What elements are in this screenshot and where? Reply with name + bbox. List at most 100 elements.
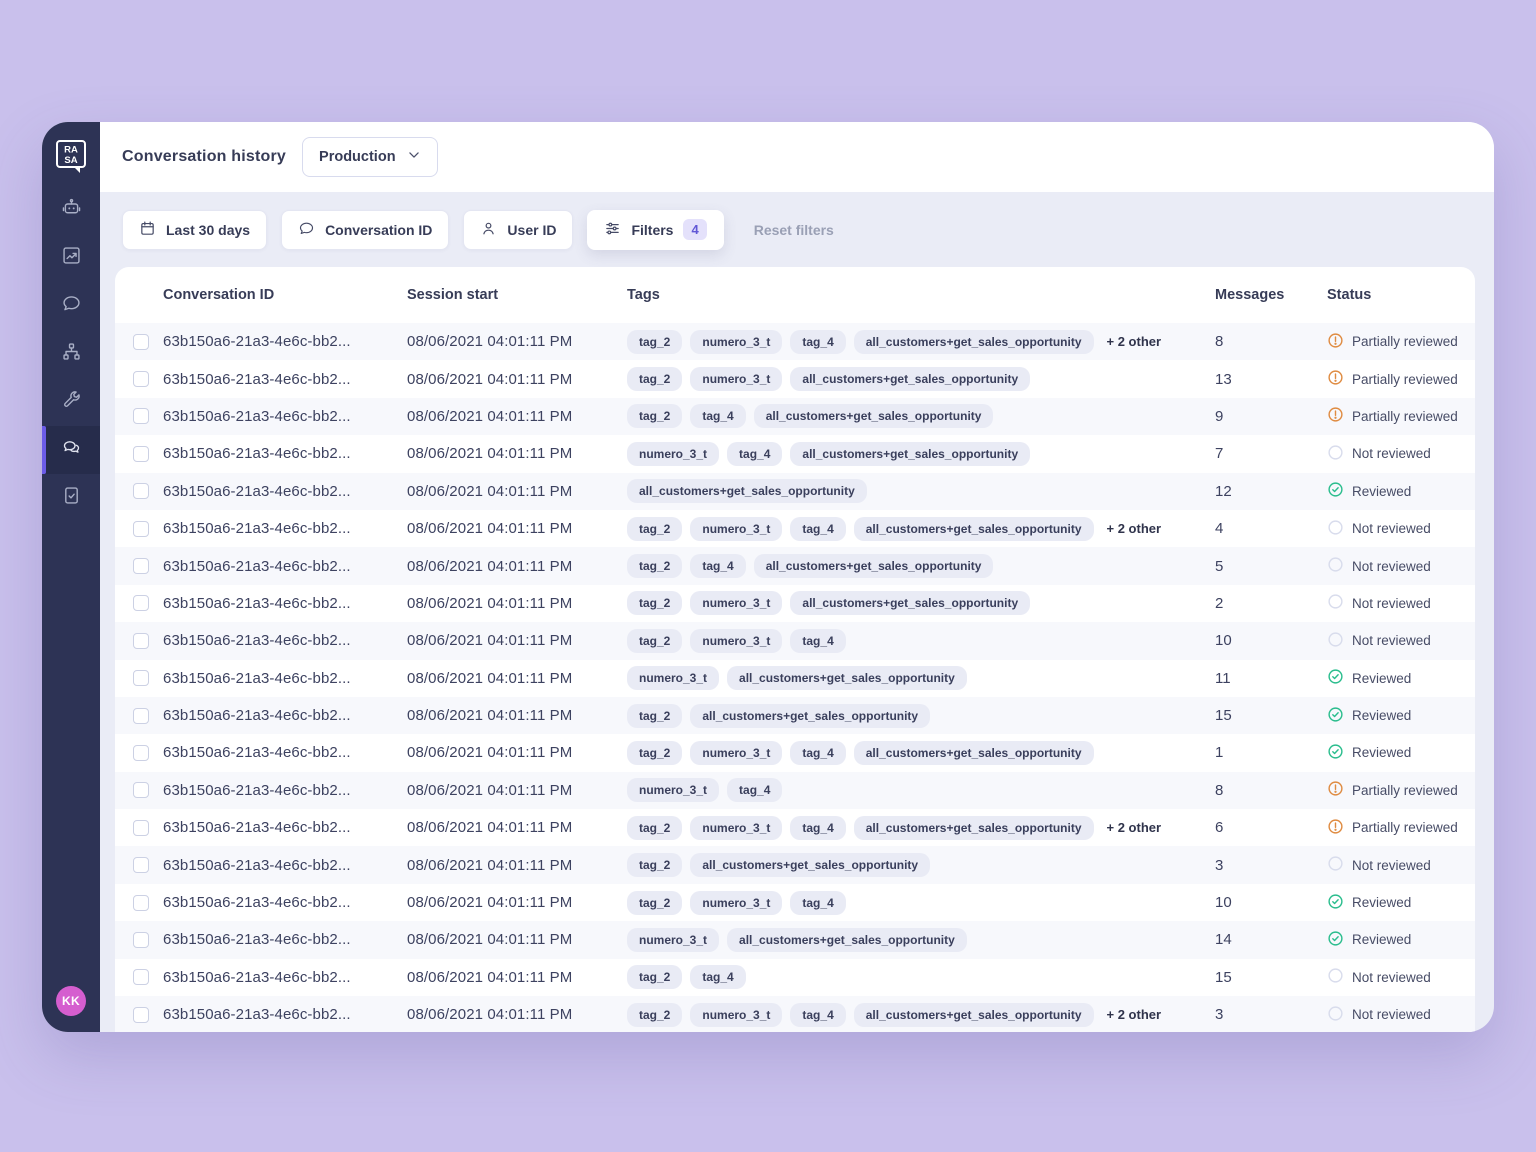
table-row[interactable]: 63b150a6-21a3-4e6c-bb2...08/06/2021 04:0… — [115, 921, 1475, 958]
page-title: Conversation history — [122, 148, 286, 166]
status-label: Not reviewed — [1352, 559, 1431, 574]
status-label: Not reviewed — [1352, 446, 1431, 461]
reset-filters-link[interactable]: Reset filters — [754, 222, 834, 238]
table-row[interactable]: 63b150a6-21a3-4e6c-bb2...08/06/2021 04:0… — [115, 360, 1475, 397]
row-checkbox[interactable] — [133, 895, 149, 911]
table-row[interactable]: 63b150a6-21a3-4e6c-bb2...08/06/2021 04:0… — [115, 622, 1475, 659]
tag-pill: numero_3_t — [690, 816, 782, 840]
row-checkbox[interactable] — [133, 446, 149, 462]
not-reviewed-icon — [1327, 631, 1344, 651]
status-label: Not reviewed — [1352, 521, 1431, 536]
sidebar-item-analytics[interactable] — [42, 234, 100, 282]
conversation-id-filter-button[interactable]: Conversation ID — [281, 210, 449, 250]
status-label: Not reviewed — [1352, 633, 1431, 648]
session-start-cell: 08/06/2021 04:01:11 PM — [407, 558, 627, 575]
row-checkbox[interactable] — [133, 521, 149, 537]
extra-tags-label: + 2 other — [1107, 820, 1162, 835]
row-checkbox[interactable] — [133, 745, 149, 761]
row-checkbox[interactable] — [133, 820, 149, 836]
tag-pill: tag_2 — [627, 1003, 682, 1027]
row-checkbox[interactable] — [133, 670, 149, 686]
user-id-filter-button[interactable]: User ID — [463, 210, 573, 250]
row-checkbox[interactable] — [133, 969, 149, 985]
sidebar-item-messages[interactable] — [42, 282, 100, 330]
table-row[interactable]: 63b150a6-21a3-4e6c-bb2...08/06/2021 04:0… — [115, 697, 1475, 734]
topbar: Conversation history Production — [100, 122, 1494, 192]
rasa-logo-icon[interactable]: RA SA — [54, 138, 88, 176]
table-row[interactable]: 63b150a6-21a3-4e6c-bb2...08/06/2021 04:0… — [115, 772, 1475, 809]
session-start-cell: 08/06/2021 04:01:11 PM — [407, 670, 627, 687]
tag-pill: all_customers+get_sales_opportunity — [690, 704, 930, 728]
tag-pill: all_customers+get_sales_opportunity — [727, 666, 967, 690]
sidebar-item-flows[interactable] — [42, 330, 100, 378]
tag-pill: all_customers+get_sales_opportunity — [854, 816, 1094, 840]
status-cell: Reviewed — [1327, 743, 1475, 763]
chat-bubble-icon — [61, 293, 82, 319]
sidebar-item-bot[interactable] — [42, 186, 100, 234]
row-checkbox[interactable] — [133, 595, 149, 611]
session-start-cell: 08/06/2021 04:01:11 PM — [407, 632, 627, 649]
partially-reviewed-icon — [1327, 818, 1344, 838]
row-checkbox[interactable] — [133, 483, 149, 499]
status-cell: Not reviewed — [1327, 519, 1475, 539]
row-checkbox[interactable] — [133, 932, 149, 948]
row-checkbox[interactable] — [133, 1007, 149, 1023]
session-start-cell: 08/06/2021 04:01:11 PM — [407, 371, 627, 388]
tag-pill: numero_3_t — [690, 891, 782, 915]
filters-label: Filters — [631, 222, 673, 238]
tag-pill: numero_3_t — [690, 1003, 782, 1027]
tag-pill: tag_2 — [627, 704, 682, 728]
tags-cell: all_customers+get_sales_opportunity — [627, 479, 1215, 503]
table-row[interactable]: 63b150a6-21a3-4e6c-bb2...08/06/2021 04:0… — [115, 398, 1475, 435]
sidebar-item-conversation-history[interactable] — [42, 426, 100, 474]
sidebar-item-tools[interactable] — [42, 378, 100, 426]
row-checkbox[interactable] — [133, 558, 149, 574]
tag-pill: numero_3_t — [690, 330, 782, 354]
table-row[interactable]: 63b150a6-21a3-4e6c-bb2...08/06/2021 04:0… — [115, 734, 1475, 771]
table-row[interactable]: 63b150a6-21a3-4e6c-bb2...08/06/2021 04:0… — [115, 323, 1475, 360]
row-checkbox[interactable] — [133, 408, 149, 424]
row-checkbox[interactable] — [133, 857, 149, 873]
table-row[interactable]: 63b150a6-21a3-4e6c-bb2...08/06/2021 04:0… — [115, 809, 1475, 846]
table-row[interactable]: 63b150a6-21a3-4e6c-bb2...08/06/2021 04:0… — [115, 547, 1475, 584]
tags-cell: tag_2all_customers+get_sales_opportunity — [627, 853, 1215, 877]
tag-pill: tag_4 — [790, 891, 845, 915]
session-start-cell: 08/06/2021 04:01:11 PM — [407, 894, 627, 911]
messages-count-cell: 1 — [1215, 744, 1327, 761]
table-row[interactable]: 63b150a6-21a3-4e6c-bb2...08/06/2021 04:0… — [115, 884, 1475, 921]
tags-cell: tag_2numero_3_ttag_4all_customers+get_sa… — [627, 517, 1215, 541]
tags-cell: tag_2tag_4 — [627, 965, 1215, 989]
tags-cell: tag_2tag_4all_customers+get_sales_opport… — [627, 404, 1215, 428]
not-reviewed-icon — [1327, 967, 1344, 987]
tag-pill: numero_3_t — [690, 741, 782, 765]
tags-cell: numero_3_ttag_4 — [627, 778, 1215, 802]
table-row[interactable]: 63b150a6-21a3-4e6c-bb2...08/06/2021 04:0… — [115, 510, 1475, 547]
status-label: Partially reviewed — [1352, 334, 1458, 349]
tag-pill: all_customers+get_sales_opportunity — [854, 741, 1094, 765]
row-checkbox[interactable] — [133, 633, 149, 649]
table-row[interactable]: 63b150a6-21a3-4e6c-bb2...08/06/2021 04:0… — [115, 996, 1475, 1032]
messages-count-cell: 15 — [1215, 707, 1327, 724]
row-checkbox[interactable] — [133, 708, 149, 724]
table-row[interactable]: 63b150a6-21a3-4e6c-bb2...08/06/2021 04:0… — [115, 435, 1475, 472]
table-row[interactable]: 63b150a6-21a3-4e6c-bb2...08/06/2021 04:0… — [115, 585, 1475, 622]
row-checkbox[interactable] — [133, 334, 149, 350]
tags-cell: tag_2tag_4all_customers+get_sales_opport… — [627, 554, 1215, 578]
environment-selector[interactable]: Production — [302, 137, 438, 177]
table-row[interactable]: 63b150a6-21a3-4e6c-bb2...08/06/2021 04:0… — [115, 959, 1475, 996]
date-range-filter-button[interactable]: Last 30 days — [122, 210, 267, 250]
not-reviewed-icon — [1327, 444, 1344, 464]
user-avatar[interactable]: KK — [56, 986, 86, 1016]
tag-pill: numero_3_t — [627, 442, 719, 466]
tag-pill: tag_4 — [790, 517, 845, 541]
table-row[interactable]: 63b150a6-21a3-4e6c-bb2...08/06/2021 04:0… — [115, 660, 1475, 697]
table-row[interactable]: 63b150a6-21a3-4e6c-bb2...08/06/2021 04:0… — [115, 846, 1475, 883]
table-row[interactable]: 63b150a6-21a3-4e6c-bb2...08/06/2021 04:0… — [115, 473, 1475, 510]
row-checkbox[interactable] — [133, 782, 149, 798]
tag-pill: tag_2 — [627, 367, 682, 391]
tags-cell: tag_2numero_3_ttag_4 — [627, 891, 1215, 915]
filters-button[interactable]: Filters 4 — [587, 210, 723, 250]
row-checkbox[interactable] — [133, 371, 149, 387]
messages-count-cell: 15 — [1215, 969, 1327, 986]
sidebar-item-review[interactable] — [42, 474, 100, 522]
